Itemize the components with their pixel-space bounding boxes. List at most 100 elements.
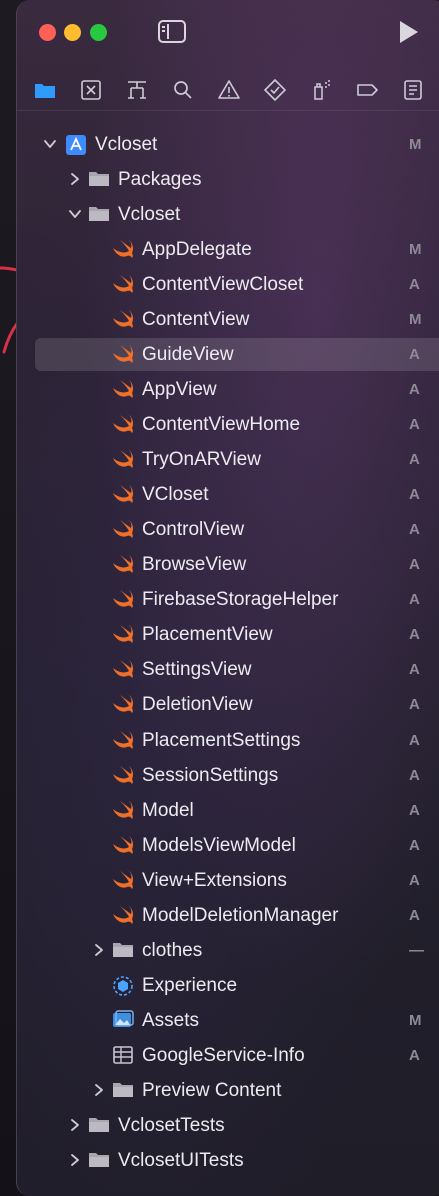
swift-file-icon (112, 800, 134, 820)
chevron-right-icon[interactable] (68, 1118, 82, 1132)
tree-row-placementsettings[interactable]: PlacementSettings A (17, 723, 439, 758)
source-control-status-badge: A (409, 731, 420, 749)
tree-row-appview[interactable]: AppView A (17, 372, 439, 407)
tree-row-placementview[interactable]: PlacementView A (17, 617, 439, 652)
tree-row-model[interactable]: Model A (17, 793, 439, 828)
source-control-status-badge: A (409, 626, 420, 644)
chevron-right-icon[interactable] (68, 1153, 82, 1167)
tree-row-guideview[interactable]: GuideView A (17, 337, 439, 372)
breakpoint-icon[interactable] (355, 78, 379, 102)
source-control-status-badge: M (409, 241, 422, 259)
swift-file-icon (112, 589, 134, 609)
tree-row-packages[interactable]: Packages (17, 162, 439, 197)
swift-file-icon (112, 344, 134, 364)
plist-file-icon (112, 1045, 134, 1065)
tree-row-deletionview[interactable]: DeletionView A (17, 687, 439, 722)
tree-row-label: ModelDeletionManager (142, 904, 339, 926)
folder-icon (88, 169, 110, 189)
swift-file-icon (112, 274, 134, 294)
tree-row-view-extensions[interactable]: View+Extensions A (17, 863, 439, 898)
source-control-icon[interactable] (79, 78, 103, 102)
chevron-right-icon[interactable] (92, 1083, 106, 1097)
chevron-down-icon[interactable] (68, 207, 82, 221)
swift-file-icon (112, 765, 134, 785)
sidebar-toggle-button[interactable] (158, 20, 186, 43)
tree-row-label: ContentView (142, 309, 250, 331)
tree-row-label: GoogleService-Info (142, 1044, 305, 1066)
tree-row-vcloset[interactable]: Vcloset (17, 197, 439, 232)
close-window-button[interactable] (39, 24, 56, 41)
tree-row-label: ContentViewHome (142, 414, 301, 436)
source-control-status-badge: M (409, 311, 422, 329)
warning-icon[interactable] (217, 78, 241, 102)
tree-row-vclosetuitests[interactable]: VclosetUITests (17, 1143, 439, 1178)
tree-row-vcloset[interactable]: VCloset A (17, 477, 439, 512)
navigator-toolbar (17, 70, 439, 110)
chevron-right-icon[interactable] (92, 943, 106, 957)
tree-row-googleservice-info[interactable]: GoogleService-Info A (17, 1038, 439, 1073)
source-control-status-badge: A (409, 521, 420, 539)
tree-row-modeldeletionmanager[interactable]: ModelDeletionManager A (17, 898, 439, 933)
tree-row-appdelegate[interactable]: AppDelegate M (17, 232, 439, 267)
tree-row-sessionsettings[interactable]: SessionSettings A (17, 758, 439, 793)
symbol-hierarchy-icon[interactable] (125, 78, 149, 102)
source-control-status-badge: A (409, 381, 420, 399)
chevron-right-icon[interactable] (68, 172, 82, 186)
tree-row-label: PlacementView (142, 624, 273, 646)
swift-file-icon (112, 519, 134, 539)
tree-row-label: Packages (118, 169, 202, 191)
source-control-status-badge: A (409, 661, 420, 679)
swift-file-icon (112, 835, 134, 855)
debug-spray-icon[interactable] (309, 78, 333, 102)
tree-row-label: VclosetTests (118, 1114, 225, 1136)
test-diamond-icon[interactable] (263, 78, 287, 102)
tree-row-contentview[interactable]: ContentView M (17, 302, 439, 337)
report-icon[interactable] (401, 78, 425, 102)
tree-row-label: FirebaseStorageHelper (142, 589, 339, 611)
tree-row-contentviewhome[interactable]: ContentViewHome A (17, 407, 439, 442)
swift-file-icon (112, 730, 134, 750)
tree-row-label: View+Extensions (142, 869, 287, 891)
tree-row-label: Model (142, 799, 194, 821)
tree-row-assets[interactable]: Assets M (17, 1003, 439, 1038)
tree-row-clothes[interactable]: clothes — (17, 933, 439, 968)
tree-row-browseview[interactable]: BrowseView A (17, 547, 439, 582)
source-control-status-badge: A (409, 906, 420, 924)
tree-row-label: VclosetUITests (118, 1149, 244, 1171)
asset-catalog-icon (112, 1010, 134, 1030)
swift-file-icon (112, 379, 134, 399)
tree-row-tryonarview[interactable]: TryOnARView A (17, 442, 439, 477)
tree-row-experience[interactable]: Experience (17, 968, 439, 1003)
tree-row-label: Vcloset (118, 204, 181, 226)
tree-row-preview-content[interactable]: Preview Content (17, 1073, 439, 1108)
tree-row-vcloset[interactable]: Vcloset M (17, 127, 439, 162)
swift-file-icon (112, 659, 134, 679)
tree-row-controlview[interactable]: ControlView A (17, 512, 439, 547)
swift-file-icon (112, 449, 134, 469)
tree-row-settingsview[interactable]: SettingsView A (17, 652, 439, 687)
tree-row-label: Assets (142, 1009, 200, 1031)
maximize-window-button[interactable] (90, 24, 107, 41)
chevron-down-icon[interactable] (43, 137, 57, 151)
run-button[interactable] (400, 21, 418, 43)
source-control-status-badge: A (409, 871, 420, 889)
tree-row-label: SettingsView (142, 659, 252, 681)
search-icon[interactable] (171, 78, 195, 102)
tree-row-label: clothes (142, 939, 203, 961)
tree-row-firebasestoragehelper[interactable]: FirebaseStorageHelper A (17, 582, 439, 617)
source-control-status-badge: A (409, 346, 420, 364)
swift-file-icon (112, 870, 134, 890)
folder-icon (112, 940, 134, 960)
tree-row-contentviewcloset[interactable]: ContentViewCloset A (17, 267, 439, 302)
tree-row-vclosettests[interactable]: VclosetTests (17, 1108, 439, 1143)
toolbar-divider (17, 110, 439, 111)
tree-row-label: DeletionView (142, 694, 253, 716)
tree-row-modelsviewmodel[interactable]: ModelsViewModel A (17, 828, 439, 863)
swift-file-icon (112, 309, 134, 329)
folder-icon (112, 1080, 134, 1100)
tree-row-label: AppView (142, 379, 217, 401)
source-control-status-badge: A (409, 1046, 420, 1064)
tree-row-label: Vcloset (95, 134, 158, 155)
minimize-window-button[interactable] (64, 24, 81, 41)
folder-icon[interactable] (33, 78, 57, 102)
